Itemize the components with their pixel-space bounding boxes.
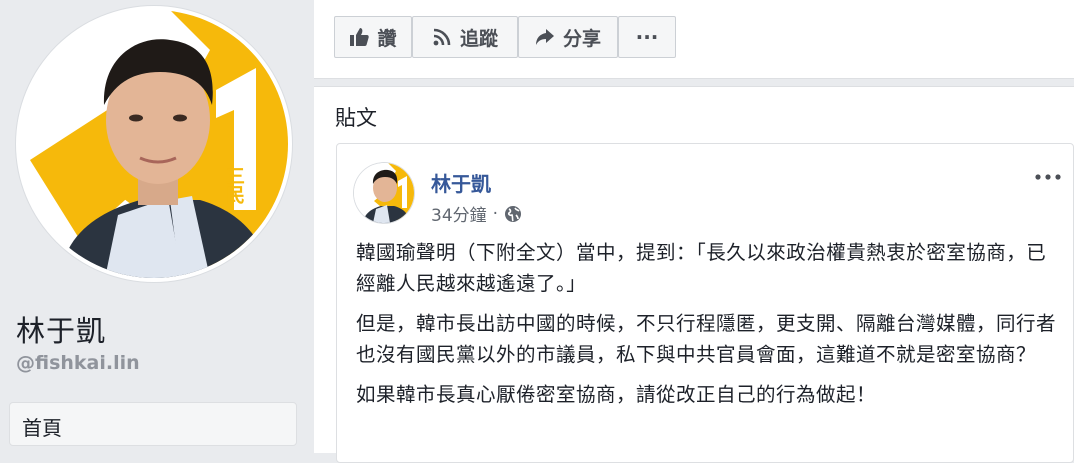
- rss-icon: [433, 28, 451, 46]
- post-author-avatar[interactable]: [354, 163, 414, 223]
- post-body: 韓國瑜聲明（下附全文）當中，提到：「長久以來政治權貴熱衷於密室協商，已經離人民越…: [356, 237, 1056, 419]
- share-button[interactable]: 分享: [518, 16, 618, 58]
- profile-photo: [20, 10, 288, 278]
- avatar-photo: [354, 163, 414, 223]
- post-card: 林于凱 34分鐘 · 韓國瑜聲明（下附全文）當中，提到：「長久以來政治權貴熱衷於…: [336, 143, 1074, 463]
- follow-label: 追蹤: [459, 27, 498, 50]
- page-handle[interactable]: @fishkai.lin: [16, 352, 140, 374]
- campaign-badge-text: 三民: [223, 166, 245, 204]
- page-action-bar: 讚 追蹤 分享 ···: [314, 0, 1074, 79]
- globe-icon[interactable]: [504, 205, 522, 223]
- post-author-name[interactable]: 林于凱: [431, 168, 491, 197]
- share-label: 分享: [562, 27, 601, 50]
- posts-heading: 貼文: [335, 106, 377, 130]
- page-name[interactable]: 林于凱: [16, 308, 106, 350]
- sidebar-item-label: 首頁: [22, 416, 62, 440]
- ellipsis-icon: [1035, 174, 1061, 180]
- more-icon: ···: [635, 25, 659, 49]
- like-button[interactable]: 讚: [334, 16, 412, 58]
- thumbs-up-icon: [350, 28, 370, 46]
- follow-button[interactable]: 追蹤: [412, 16, 518, 58]
- sidebar-item-home[interactable]: 首頁: [9, 402, 297, 446]
- post-paragraph: 如果韓市長真心厭倦密室協商，請從改正自己的行為做起！: [356, 383, 877, 406]
- more-options-button[interactable]: ···: [618, 16, 676, 58]
- share-arrow-icon: [535, 29, 554, 45]
- like-label: 讚: [377, 27, 397, 50]
- post-options-button[interactable]: [1031, 166, 1065, 188]
- meta-separator: ·: [492, 203, 499, 224]
- posts-section: 貼文 林于凱 34分鐘 · 韓國瑜聲明（下附全文）當中，提到：「長久以來政治權貴…: [314, 86, 1074, 463]
- profile-sidebar: 三民 林于凱 @fishkai.lin 首頁: [0, 0, 312, 452]
- post-paragraph: 韓國瑜聲明（下附全文）當中，提到：「長久以來政治權貴熱衷於密室協商，已經離人民越…: [356, 241, 1047, 295]
- post-paragraph: 但是，韓市長出訪中國的時候，不只行程隱匿，更支開、隔離台灣媒體，同行者也沒有國民…: [356, 312, 1057, 366]
- post-timestamp[interactable]: 34分鐘: [431, 201, 487, 226]
- profile-picture[interactable]: 三民: [16, 6, 292, 282]
- post-meta: 34分鐘 ·: [431, 201, 522, 226]
